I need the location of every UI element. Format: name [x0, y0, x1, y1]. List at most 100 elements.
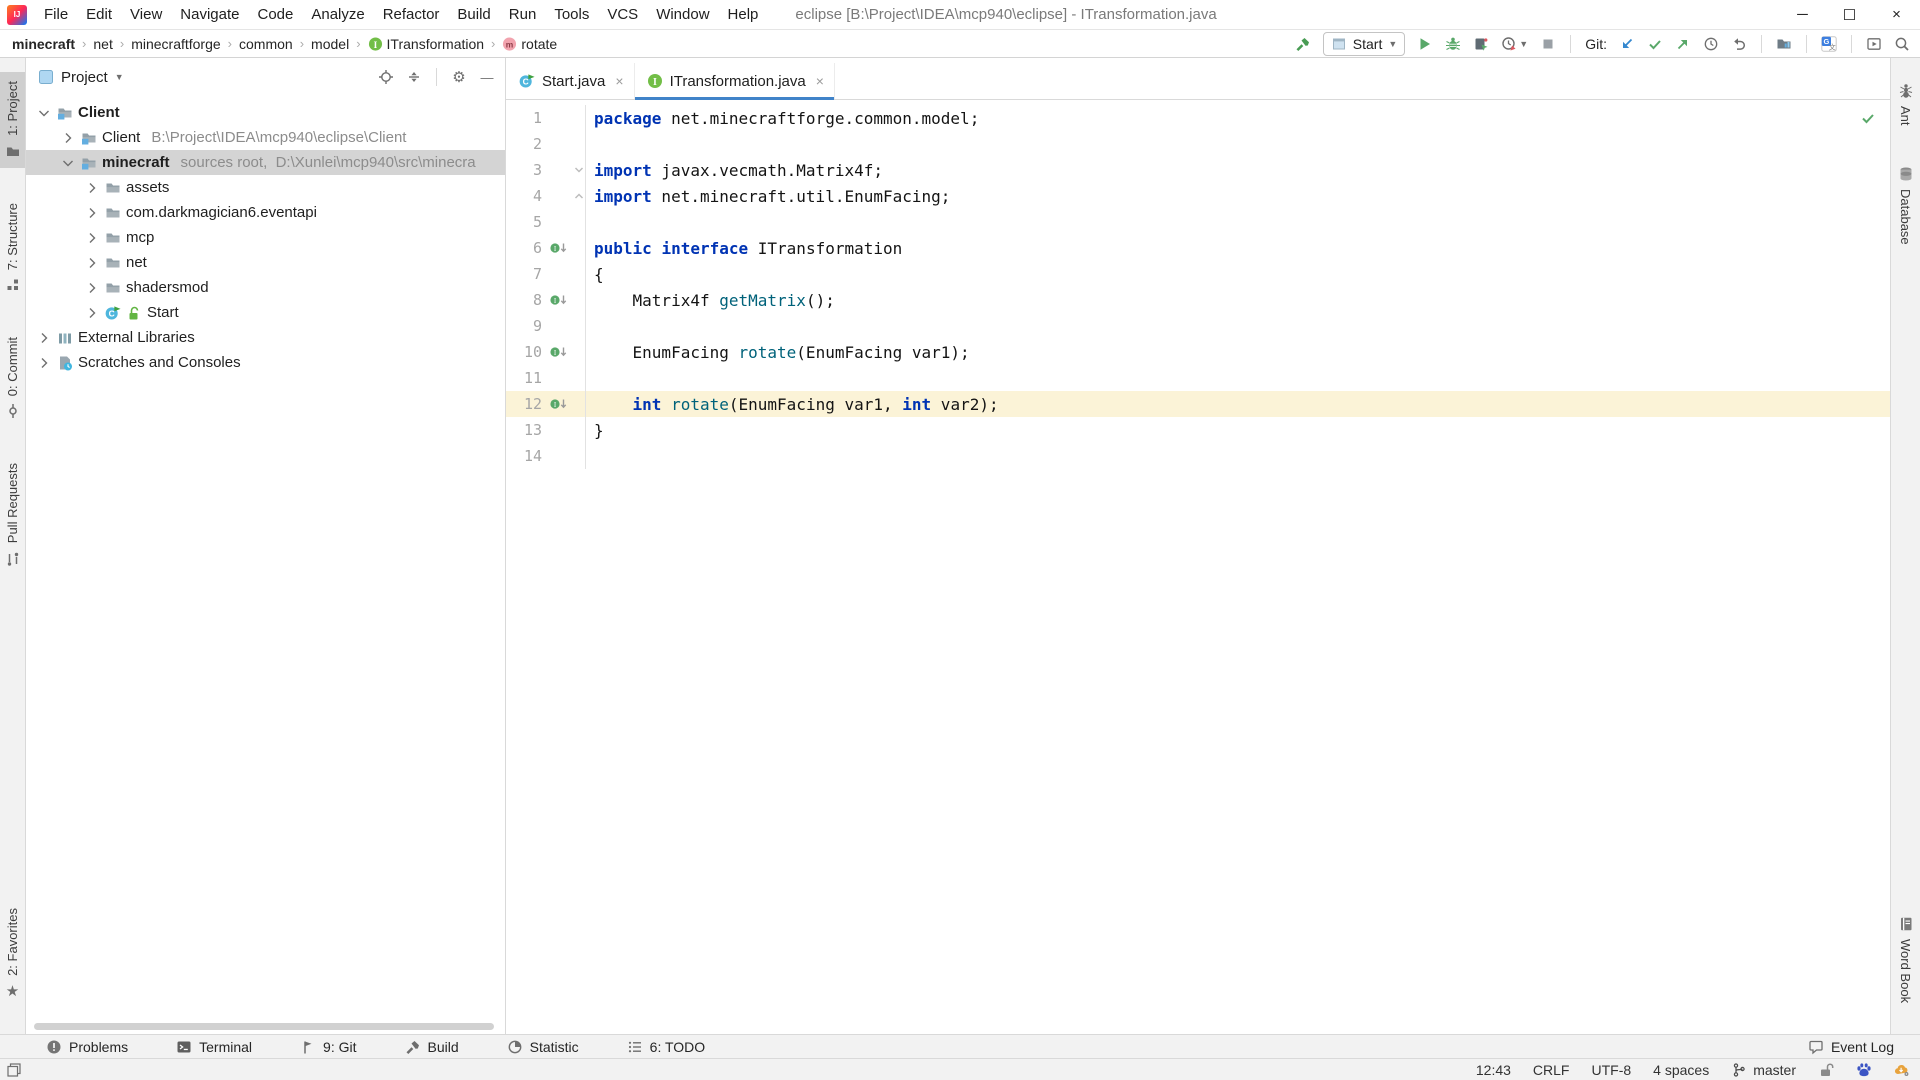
gutter-implemented[interactable]: I [546, 292, 572, 308]
menu-edit[interactable]: Edit [77, 0, 121, 29]
breadcrumb-item-model[interactable]: model [311, 36, 349, 52]
toolwindow-button-statistic[interactable]: Statistic [507, 1039, 579, 1055]
toolwindow-button-terminal[interactable]: Terminal [176, 1039, 252, 1055]
debug-button[interactable] [1445, 36, 1461, 52]
gutter-implemented[interactable]: I [546, 396, 572, 412]
breadcrumb-item-minecraftforge[interactable]: minecraftforge [131, 36, 220, 52]
window-maximize-button[interactable]: ☐ [1826, 0, 1873, 29]
gutter-implemented[interactable]: I [546, 240, 572, 256]
chevron-down-icon[interactable]: ▼ [115, 72, 124, 82]
breadcrumb-item-minecraft[interactable]: minecraft [12, 36, 75, 52]
menu-view[interactable]: View [121, 0, 171, 29]
tree-row-net[interactable]: net [26, 250, 505, 275]
tree-chevron-icon[interactable] [36, 355, 52, 371]
tree-chevron-icon[interactable] [84, 305, 100, 321]
menu-run[interactable]: Run [500, 0, 546, 29]
breadcrumb-item-common[interactable]: common [239, 36, 293, 52]
stop-button[interactable] [1540, 36, 1556, 52]
locate-icon[interactable] [378, 69, 394, 85]
toolwindow-button-9-git[interactable]: 9: Git [300, 1039, 356, 1055]
status-lock-status[interactable] [1818, 1062, 1834, 1078]
status-indent[interactable]: 4 spaces [1653, 1062, 1709, 1078]
settings-icon[interactable]: ⚙ [451, 69, 467, 85]
profiler-button[interactable]: ▼ [1501, 36, 1528, 52]
menu-analyze[interactable]: Analyze [302, 0, 373, 29]
tree-chevron-icon[interactable] [36, 105, 52, 121]
menu-help[interactable]: Help [719, 0, 768, 29]
window-close-button[interactable]: × [1873, 0, 1920, 29]
git-update-button[interactable] [1619, 36, 1635, 52]
tree-chevron-icon[interactable] [84, 205, 100, 221]
menu-navigate[interactable]: Navigate [171, 0, 248, 29]
tree-row-assets[interactable]: assets [26, 175, 505, 200]
inspections-ok-icon[interactable] [1860, 110, 1876, 126]
tree-chevron-icon[interactable] [36, 330, 52, 346]
menu-build[interactable]: Build [448, 0, 499, 29]
breadcrumb-item-rotate[interactable]: mrotate [502, 36, 557, 52]
stripe-item-database[interactable]: Database [1891, 157, 1920, 254]
menu-code[interactable]: Code [248, 0, 302, 29]
toolwindow-button-problems[interactable]: Problems [46, 1039, 128, 1055]
tree-row-mcp[interactable]: mcp [26, 225, 505, 250]
tree-chevron-icon[interactable] [84, 255, 100, 271]
tree-row-start[interactable]: CStart [26, 300, 505, 325]
status-baidu-plugin[interactable] [1856, 1062, 1872, 1078]
tree-chevron-icon[interactable] [84, 280, 100, 296]
toolwindow-toggle-icon[interactable] [6, 1062, 22, 1078]
tree-row-external-libraries[interactable]: External Libraries [26, 325, 505, 350]
toolwindow-button-6-todo[interactable]: 6: TODO [627, 1039, 706, 1055]
tree-row-com-darkmagician6-eventapi[interactable]: com.darkmagician6.eventapi [26, 200, 505, 225]
run-config-selector[interactable]: Start▼ [1323, 32, 1406, 56]
project-view-selector[interactable]: Project [61, 69, 108, 86]
gutter-fold-up[interactable] [572, 183, 586, 209]
run-button[interactable] [1417, 36, 1433, 52]
stripe-item-2-favorites[interactable]: 2: Favorites★ [0, 899, 25, 1008]
hide-icon[interactable]: — [479, 69, 495, 85]
menu-window[interactable]: Window [647, 0, 718, 29]
menu-vcs[interactable]: VCS [598, 0, 647, 29]
gutter-fold-down[interactable] [572, 157, 586, 183]
run-toolwindow-button[interactable] [1866, 36, 1882, 52]
menu-file[interactable]: File [35, 0, 77, 29]
stripe-item-1-project[interactable]: 1: Project [0, 72, 25, 168]
status-line-separator[interactable]: CRLF [1533, 1062, 1570, 1078]
event-log-button[interactable]: Event Log [1808, 1039, 1894, 1055]
horizontal-scrollbar[interactable] [34, 1023, 494, 1030]
run-with-coverage-button[interactable] [1473, 36, 1489, 52]
status-encoding[interactable]: UTF-8 [1591, 1062, 1631, 1078]
tree-row-client[interactable]: ClientB:\Project\IDEA\mcp940\eclipse\Cli… [26, 125, 505, 150]
git-commit-button[interactable] [1647, 36, 1663, 52]
stripe-item-ant[interactable]: Ant [1891, 74, 1920, 135]
toolwindow-button-build[interactable]: Build [405, 1039, 459, 1055]
tree-row-client[interactable]: Client [26, 100, 505, 125]
tab-itransformation-java[interactable]: IITransformation.java× [635, 63, 835, 99]
breadcrumb-item-itransformation[interactable]: IITransformation [368, 36, 485, 52]
tab-close-icon[interactable]: × [615, 73, 623, 89]
status-caret-position[interactable]: 12:43 [1476, 1062, 1511, 1078]
gutter-implemented[interactable]: I [546, 344, 572, 360]
git-rollback-button[interactable] [1731, 36, 1747, 52]
tree-chevron-icon[interactable] [60, 155, 76, 171]
status-sync-settings[interactable] [1894, 1062, 1910, 1078]
menu-tools[interactable]: Tools [545, 0, 598, 29]
stripe-item-pull-requests[interactable]: Pull Requests [0, 454, 25, 575]
window-minimize-button[interactable]: ─ [1779, 0, 1826, 29]
tab-start-java[interactable]: CStart.java× [507, 63, 635, 99]
collapse-all-icon[interactable] [406, 69, 422, 85]
stripe-item-7-structure[interactable]: 7: Structure [0, 194, 25, 302]
tree-chevron-icon[interactable] [84, 230, 100, 246]
breadcrumb-item-net[interactable]: net [93, 36, 112, 52]
menu-refactor[interactable]: Refactor [374, 0, 449, 29]
status-git-branch[interactable]: master [1731, 1062, 1796, 1078]
git-history-button[interactable] [1703, 36, 1719, 52]
search-everywhere-button[interactable] [1894, 36, 1910, 52]
stripe-item-word-book[interactable]: Word Book [1891, 907, 1920, 1012]
changes-view-button[interactable] [1776, 36, 1792, 52]
tree-row-shadersmod[interactable]: shadersmod [26, 275, 505, 300]
tree-row-minecraft[interactable]: minecraftsources root, D:\Xunlei\mcp940\… [26, 150, 505, 175]
build-project-button[interactable] [1295, 36, 1311, 52]
tree-row-scratches-and-consoles[interactable]: Scratches and Consoles [26, 350, 505, 375]
tree-chevron-icon[interactable] [84, 180, 100, 196]
tab-close-icon[interactable]: × [816, 73, 824, 89]
git-push-button[interactable] [1675, 36, 1691, 52]
